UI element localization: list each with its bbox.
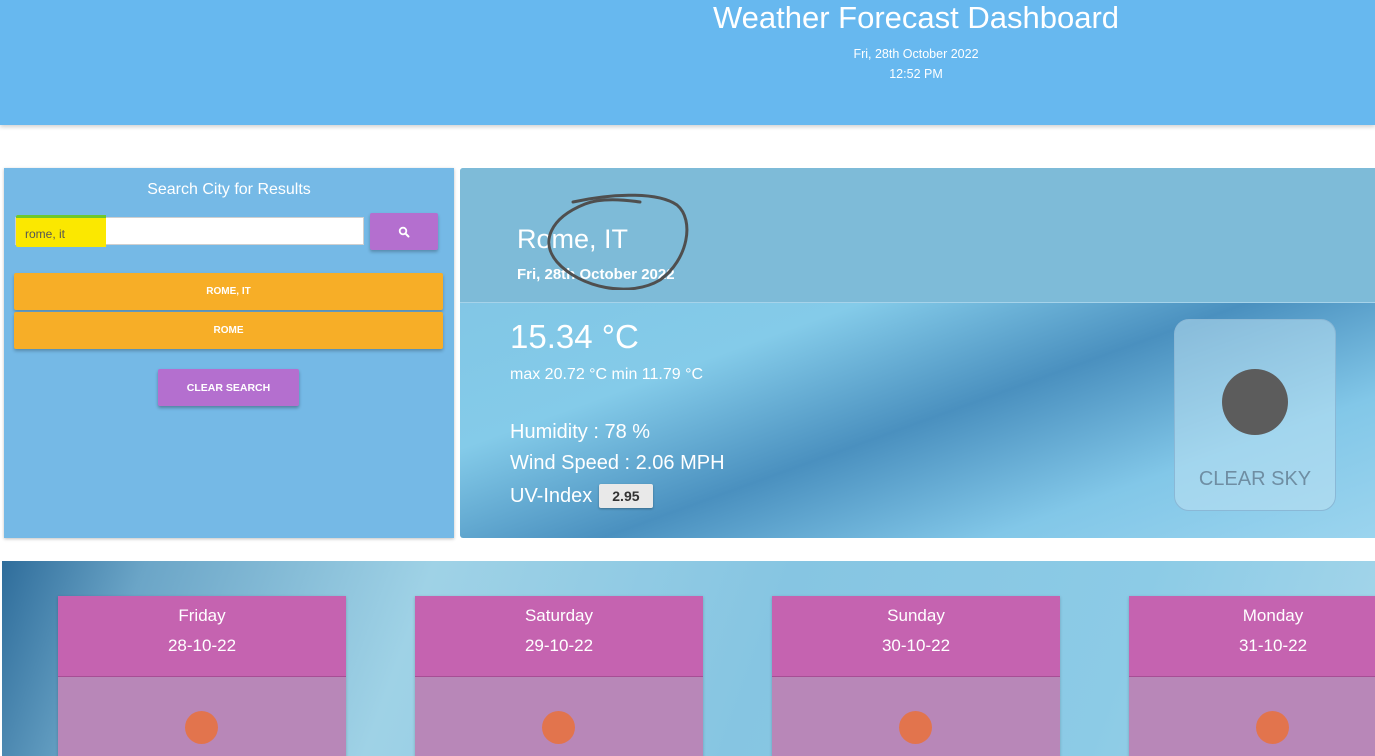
forecast-day: Saturday [524,606,594,625]
search-input-value: rome, it [25,227,66,241]
uv-index-label: UV-Index [510,484,593,507]
sun-icon [185,711,218,744]
hand-drawn-circle-annotation [547,193,689,290]
current-temperature: 15.34 °C [510,318,639,355]
forecast-card-header: Friday 28-10-22 [58,596,346,677]
uv-index-row: UV-Index 2.95 [510,484,653,508]
forecast-card-header: Saturday 29-10-22 [415,596,703,677]
sun-icon [1256,711,1289,744]
temp-range: max 20.72 °C min 11.79 °C [510,366,704,383]
forecast-date: 29-10-22 [524,636,594,655]
uv-index-badge: 2.95 [599,484,653,508]
forecast-date: 31-10-22 [1238,636,1308,655]
forecast-date: 28-10-22 [167,636,237,655]
page-title: Weather Forecast Dashboard [712,0,1120,35]
forecast-card: Friday 28-10-22 [58,596,346,756]
forecast-panel: Friday 28-10-22 Saturday 29-10-22 Sunday… [2,561,1375,756]
clear-search-button[interactable]: CLEAR SEARCH [158,369,299,406]
weather-icon-card: CLEAR SKY [1174,319,1336,511]
search-icon [398,226,410,237]
dark-sun-icon [1222,369,1288,435]
header-date: Fri, 28th October 2022 [853,47,979,61]
history-item-rome-it[interactable]: ROME, IT [14,273,443,310]
search-panel: Search City for Results rome, it ROME, I… [4,168,454,538]
weather-description: CLEAR SKY [1198,468,1312,490]
wind-speed-value: Wind Speed : 2.06 MPH [510,452,725,474]
app-header: Weather Forecast Dashboard Fri, 28th Oct… [0,0,1375,125]
search-heading: Search City for Results [147,181,311,198]
humidity-value: Humidity : 78 % [510,421,651,443]
forecast-date: 30-10-22 [881,636,951,655]
forecast-day: Sunday [887,606,945,625]
history-item-rome[interactable]: ROME [14,312,443,349]
forecast-card: Monday 31-10-22 [1129,596,1375,756]
sun-icon [899,711,932,744]
forecast-day: Monday [1242,606,1304,625]
current-weather-panel: Rome, IT Fri, 28th October 2022 15.34 °C… [460,168,1375,538]
forecast-day: Friday [178,606,226,625]
forecast-card-header: Sunday 30-10-22 [772,596,1060,677]
forecast-card-header: Monday 31-10-22 [1129,596,1375,677]
forecast-card: Sunday 30-10-22 [772,596,1060,756]
search-button[interactable] [370,213,438,250]
sun-icon [542,711,575,744]
header-time: 12:52 PM [889,67,943,81]
forecast-card: Saturday 29-10-22 [415,596,703,756]
